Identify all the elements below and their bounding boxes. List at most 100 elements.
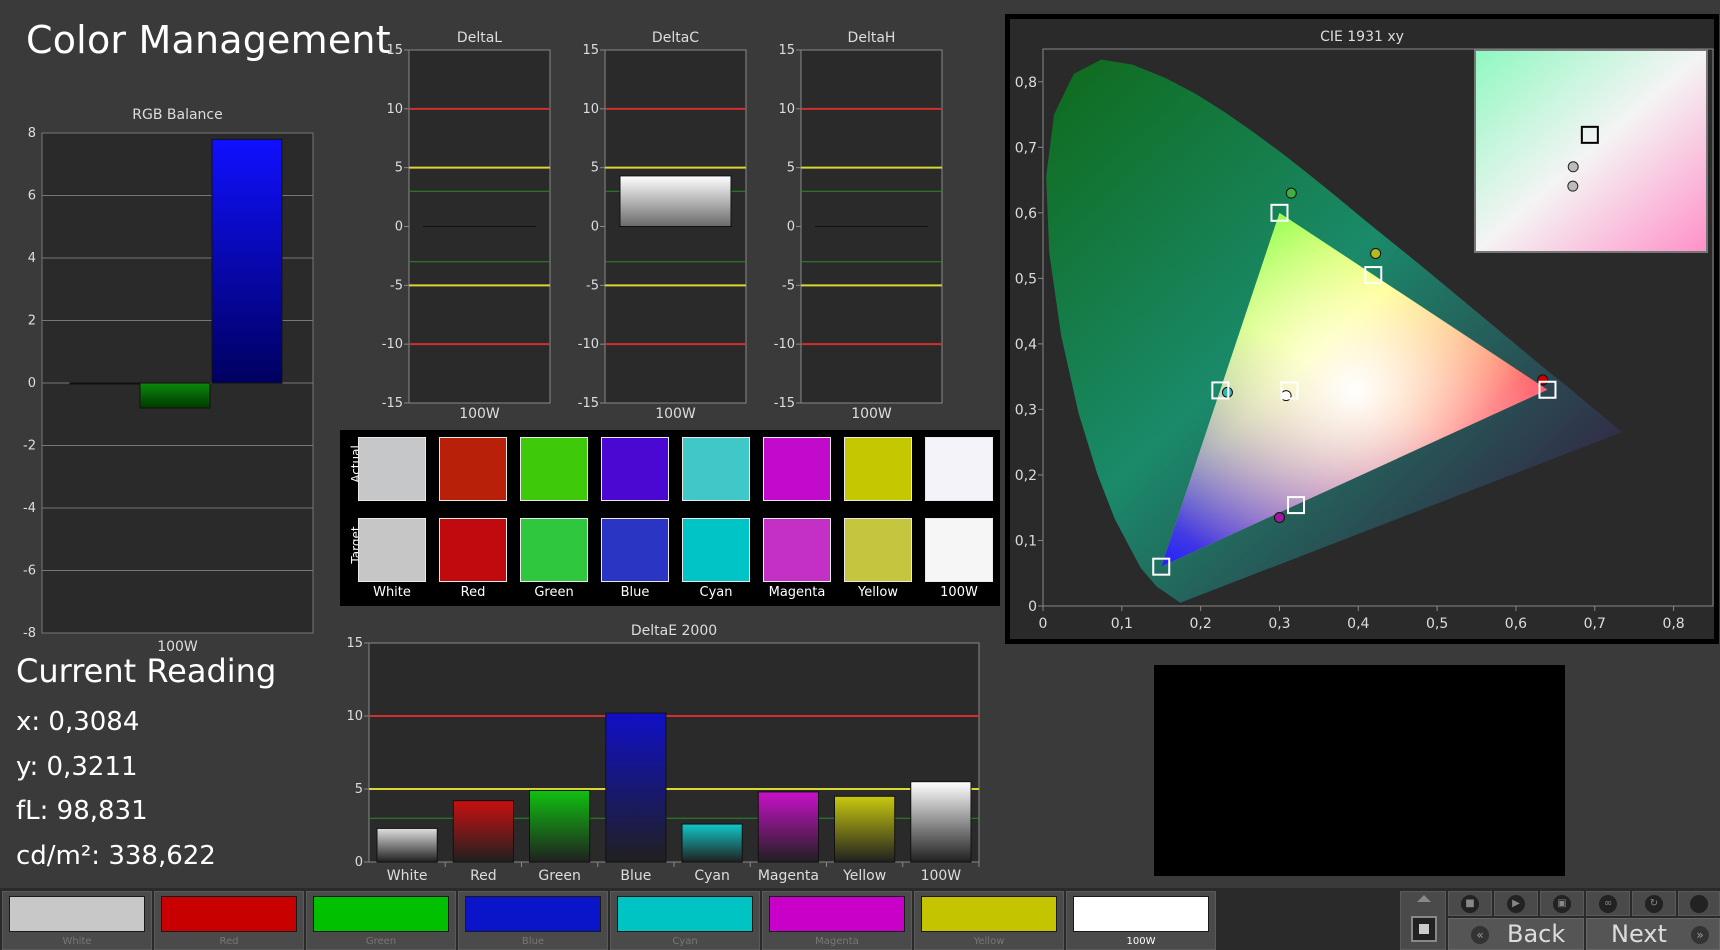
chart-title: DeltaH <box>848 30 896 46</box>
swatch-actual <box>925 437 993 501</box>
reading-fl: fL: 98,831 <box>16 796 148 826</box>
patch-button-red[interactable]: Red <box>154 891 304 950</box>
x-tick-label: 0,7 <box>1584 616 1606 632</box>
record-button[interactable]: ■ <box>1448 891 1492 916</box>
swatch-target <box>520 518 588 582</box>
y-tick-label: 10 <box>346 709 363 724</box>
patch-button-yellow[interactable]: Yellow <box>914 891 1064 950</box>
y-tick-label: 0,1 <box>1015 533 1037 549</box>
swatch-target <box>358 518 426 582</box>
next-button[interactable]: Next » <box>1586 918 1720 950</box>
stop-square-icon: ■ <box>1461 894 1479 913</box>
patch-label: Blue <box>521 936 545 947</box>
play-button[interactable]: ▶ <box>1494 891 1538 916</box>
swatch-label: Magenta <box>768 585 826 600</box>
y-tick-label: 0 <box>787 220 795 235</box>
patch-button-blue[interactable]: Blue <box>458 891 608 950</box>
x-tick-label: 0 <box>1039 616 1048 632</box>
loop-button[interactable]: ∞ <box>1586 891 1630 916</box>
delta-c-chart: 15 10 5 0 -5 -10 -15 DeltaC 100W <box>578 30 747 422</box>
swatch-actual <box>601 437 669 501</box>
patch-swatch <box>465 896 601 932</box>
deltae-bar-white <box>376 827 438 863</box>
rgb-bar-green <box>139 382 211 409</box>
y-tick-label: 10 <box>582 102 599 117</box>
patch-button-white[interactable]: White <box>2 891 152 950</box>
deltae-2000-chart: 15 10 5 0 White Red Green Blue Cyan Magenta Yellow… <box>346 623 980 884</box>
y-tick-label: 6 <box>28 189 36 204</box>
infinity-icon: ∞ <box>1599 894 1617 913</box>
reading-y: y: 0,3211 <box>16 751 138 782</box>
patch-button-green[interactable]: Green <box>306 891 456 950</box>
swatch-target <box>601 518 669 582</box>
y-tick-label: -10 <box>774 337 795 352</box>
swatch-label: 100W <box>940 585 978 600</box>
inset-measured-point <box>1567 161 1579 173</box>
deltae-bar-magenta <box>757 791 819 863</box>
deltae-bar-yellow <box>834 795 896 863</box>
swatch-target <box>682 518 750 582</box>
y-tick-label: -4 <box>23 501 36 516</box>
swatch-label: Red <box>460 585 486 600</box>
y-tick-label: 0,3 <box>1015 402 1037 418</box>
back-button[interactable]: « Back <box>1448 918 1584 950</box>
y-tick-label: 0 <box>28 376 36 391</box>
x-tick-label: Blue <box>620 868 651 884</box>
cie-1931-chart: 0 0,1 0,2 0,3 0,4 0,5 0,6 0,7 0,8 0 0,1 0,2 0,3 0,4 0,… <box>1005 14 1719 644</box>
swatch-actual <box>520 437 588 501</box>
swatch-label: Blue <box>620 585 650 600</box>
patch-button-100w[interactable]: 100W <box>1066 891 1216 950</box>
y-tick-label: 5 <box>787 161 795 176</box>
x-tick-label: Green <box>538 868 580 884</box>
patch-label: Green <box>365 936 397 947</box>
deltae-bar-cyan <box>681 823 743 863</box>
save-icon: ▣ <box>1553 894 1571 913</box>
y-tick-label: -5 <box>390 278 403 293</box>
x-tick-label: 0,8 <box>1662 616 1684 632</box>
swatch-label: Yellow <box>857 585 899 600</box>
y-tick-label: 2 <box>28 314 36 329</box>
x-axis-label: 100W <box>851 406 892 422</box>
x-tick-label: 100W <box>921 868 962 884</box>
deltae-bar-red <box>452 800 514 863</box>
y-tick-label: 0,7 <box>1015 140 1037 156</box>
y-tick-label: 0,6 <box>1015 206 1037 222</box>
x-tick-label: Cyan <box>694 868 730 884</box>
swatch-label: White <box>373 585 411 600</box>
deltae-bar-green <box>529 789 591 863</box>
patch-swatch <box>1073 896 1209 932</box>
y-tick-label: -2 <box>23 439 36 454</box>
swatch-actual <box>844 437 912 501</box>
y-tick-label: 5 <box>355 782 363 797</box>
patch-swatch <box>313 896 449 932</box>
current-reading-title: Current Reading <box>16 652 277 690</box>
circle-icon <box>1690 894 1708 913</box>
y-tick-label: -10 <box>382 337 403 352</box>
patch-label: Red <box>219 936 239 947</box>
swatch-target <box>439 518 507 582</box>
x-tick-label: Red <box>470 868 497 884</box>
swatch-actual <box>358 437 426 501</box>
x-tick-label: Yellow <box>842 868 886 884</box>
patch-label: White <box>62 936 92 947</box>
swatch-target <box>763 518 831 582</box>
options-button[interactable] <box>1678 891 1720 916</box>
stop-button[interactable] <box>1400 891 1446 950</box>
y-tick-label: 15 <box>386 43 403 58</box>
patch-button-magenta[interactable]: Magenta <box>762 891 912 950</box>
x-axis-label: 100W <box>459 406 500 422</box>
reading-x: x: 0,3084 <box>16 707 140 737</box>
y-tick-label: -15 <box>774 396 795 411</box>
page-title: Color Management <box>26 18 391 62</box>
rgb-balance-chart: 86420-2-4-6-8RGB Balance100W <box>23 107 314 655</box>
save-button[interactable]: ▣ <box>1540 891 1584 916</box>
patch-button-cyan[interactable]: Cyan <box>610 891 760 950</box>
chart-title: CIE 1931 xy <box>1320 29 1404 45</box>
y-tick-label: -5 <box>782 278 795 293</box>
swatch-target <box>844 518 912 582</box>
y-tick-label: 0 <box>1028 599 1037 615</box>
chart-title: DeltaC <box>652 30 699 46</box>
y-tick-label: 0,2 <box>1015 468 1037 484</box>
refresh-button[interactable]: ↻ <box>1632 891 1676 916</box>
chevron-left-icon: « <box>1471 926 1489 944</box>
